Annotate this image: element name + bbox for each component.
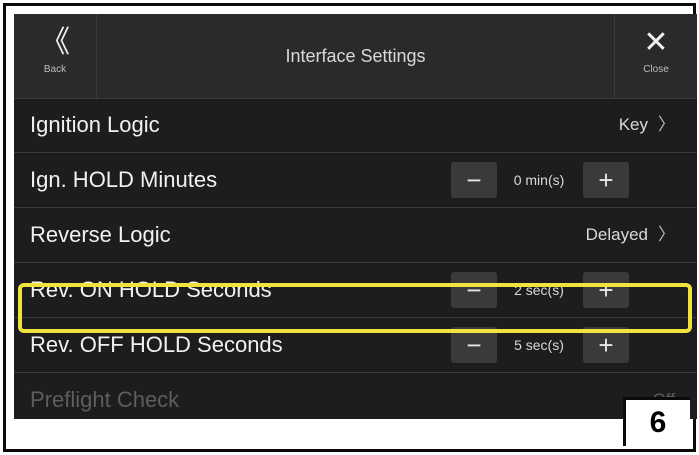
setting-value: Delayed 〉	[586, 208, 675, 262]
setting-label: Ignition Logic	[30, 112, 160, 137]
setting-label: Reverse Logic	[30, 222, 171, 247]
setting-label: Ign. HOLD Minutes	[30, 167, 218, 192]
figure-frame: 《 Back Interface Settings ✕ Close Igniti…	[3, 3, 697, 452]
setting-preflight-check[interactable]: Preflight Check Off	[14, 373, 697, 419]
close-icon: ✕	[643, 26, 669, 59]
setting-ign-hold-minutes: Ign. HOLD Minutes − 0 min(s) +	[14, 153, 697, 208]
setting-value-text: Key	[618, 115, 648, 134]
increment-button[interactable]: +	[583, 162, 629, 198]
settings-list: Ignition Logic Key 〉 Ign. HOLD Minutes − …	[14, 98, 697, 419]
close-label: Close	[643, 64, 669, 75]
page-title: Interface Settings	[285, 46, 426, 66]
back-button[interactable]: 《 Back	[14, 14, 97, 98]
header-bar: 《 Back Interface Settings ✕ Close	[14, 14, 697, 99]
setting-value: Key 〉	[619, 98, 675, 152]
close-button[interactable]: ✕ Close	[614, 14, 697, 98]
chevron-right-icon: 〉	[658, 225, 675, 244]
settings-screen: 《 Back Interface Settings ✕ Close Igniti…	[14, 14, 697, 419]
decrement-button[interactable]: −	[451, 162, 497, 198]
setting-value-text: Delayed	[585, 225, 648, 244]
setting-ignition-logic[interactable]: Ignition Logic Key 〉	[14, 98, 697, 153]
back-label: Back	[43, 64, 67, 75]
step-number-badge: 6	[623, 397, 690, 446]
chevron-right-icon: 〉	[658, 115, 675, 134]
back-icon: 《	[40, 26, 70, 59]
setting-reverse-logic[interactable]: Reverse Logic Delayed 〉	[14, 208, 697, 263]
setting-label: Preflight Check	[30, 387, 180, 412]
stepper-value: 0 min(s)	[513, 172, 565, 188]
highlight-outline	[18, 283, 692, 333]
